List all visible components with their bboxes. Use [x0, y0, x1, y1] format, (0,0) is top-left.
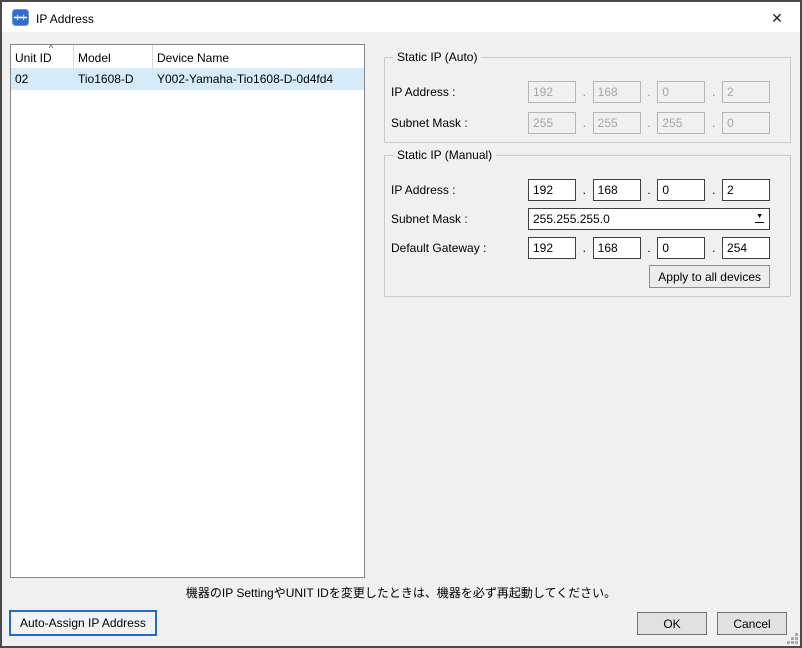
octet-separator: . — [705, 241, 722, 255]
auto-subnet-row: Subnet Mask : . . . — [391, 112, 770, 134]
octet-separator: . — [641, 183, 658, 197]
manual-ip-label: IP Address : — [391, 183, 528, 197]
auto-ip-octet-2 — [593, 81, 641, 103]
apply-to-all-devices-button[interactable]: Apply to all devices — [649, 265, 770, 288]
manual-subnet-row: Subnet Mask : 255.255.255.0 ▼ — [391, 208, 770, 230]
octet-separator: . — [705, 116, 722, 130]
octet-separator: . — [576, 116, 593, 130]
auto-ip-octet-4 — [722, 81, 770, 103]
cell-model: Tio1608-D — [74, 68, 153, 90]
title-bar: IP Address ✕ — [2, 2, 800, 32]
subnet-mask-dropdown[interactable]: 255.255.255.0 ▼ — [528, 208, 770, 230]
device-table-header: Unit ID Model Device Name ^ — [11, 45, 364, 68]
gateway-octet-2[interactable] — [593, 237, 641, 259]
static-ip-manual-group: Static IP (Manual) IP Address : . . . Su… — [384, 155, 791, 297]
auto-subnet-octet-1 — [528, 112, 576, 134]
gateway-octet-1[interactable] — [528, 237, 576, 259]
auto-ip-octet-1 — [528, 81, 576, 103]
auto-assign-ip-button[interactable]: Auto-Assign IP Address — [9, 610, 157, 636]
octet-separator: . — [576, 85, 593, 99]
subnet-mask-value: 255.255.255.0 — [533, 212, 610, 226]
auto-ip-label: IP Address : — [391, 85, 528, 99]
static-ip-auto-title: Static IP (Auto) — [393, 50, 481, 64]
manual-ip-octet-3[interactable] — [657, 179, 705, 201]
static-ip-auto-group: Static IP (Auto) IP Address : . . . Subn… — [384, 57, 791, 143]
auto-subnet-octet-2 — [593, 112, 641, 134]
octet-separator: . — [576, 183, 593, 197]
ok-button[interactable]: OK — [637, 612, 707, 635]
octet-separator: . — [576, 241, 593, 255]
auto-subnet-octet-3 — [657, 112, 705, 134]
window-title: IP Address — [36, 4, 94, 34]
cell-unit-id: 02 — [11, 68, 74, 90]
manual-subnet-label: Subnet Mask : — [391, 212, 528, 226]
auto-subnet-label: Subnet Mask : — [391, 116, 528, 130]
octet-separator: . — [641, 85, 658, 99]
device-table: Unit ID Model Device Name ^ 02 Tio1608-D… — [10, 44, 365, 578]
restart-notice: 機器のIP SettingやUNIT IDを変更したときは、機器を必ず再起動して… — [0, 584, 802, 601]
column-header-unit-id[interactable]: Unit ID — [11, 45, 74, 68]
close-icon[interactable]: ✕ — [756, 4, 798, 34]
auto-ip-octet-3 — [657, 81, 705, 103]
octet-separator: . — [705, 183, 722, 197]
manual-ip-octet-2[interactable] — [593, 179, 641, 201]
manual-ip-row: IP Address : . . . — [391, 179, 770, 201]
network-connector-icon — [12, 9, 29, 26]
octet-separator: . — [641, 116, 658, 130]
manual-gateway-row: Default Gateway : . . . — [391, 237, 770, 259]
chevron-down-icon: ▼ — [755, 213, 764, 223]
column-header-device-name[interactable]: Device Name — [153, 45, 364, 68]
octet-separator: . — [705, 85, 722, 99]
table-row[interactable]: 02 Tio1608-D Y002-Yamaha-Tio1608-D-0d4fd… — [11, 68, 364, 90]
manual-ip-octet-1[interactable] — [528, 179, 576, 201]
manual-ip-octet-4[interactable] — [722, 179, 770, 201]
cell-device-name: Y002-Yamaha-Tio1608-D-0d4fd4 — [153, 68, 364, 90]
ip-address-dialog: IP Address ✕ Unit ID Model Device Name ^… — [0, 0, 802, 648]
octet-separator: . — [641, 241, 658, 255]
column-header-model[interactable]: Model — [74, 45, 153, 68]
gateway-label: Default Gateway : — [391, 241, 528, 255]
static-ip-manual-title: Static IP (Manual) — [393, 148, 496, 162]
sort-ascending-icon: ^ — [44, 44, 58, 53]
gateway-octet-3[interactable] — [657, 237, 705, 259]
cancel-button[interactable]: Cancel — [717, 612, 787, 635]
resize-grip[interactable] — [784, 630, 798, 644]
gateway-octet-4[interactable] — [722, 237, 770, 259]
auto-subnet-octet-4 — [722, 112, 770, 134]
auto-ip-row: IP Address : . . . — [391, 81, 770, 103]
